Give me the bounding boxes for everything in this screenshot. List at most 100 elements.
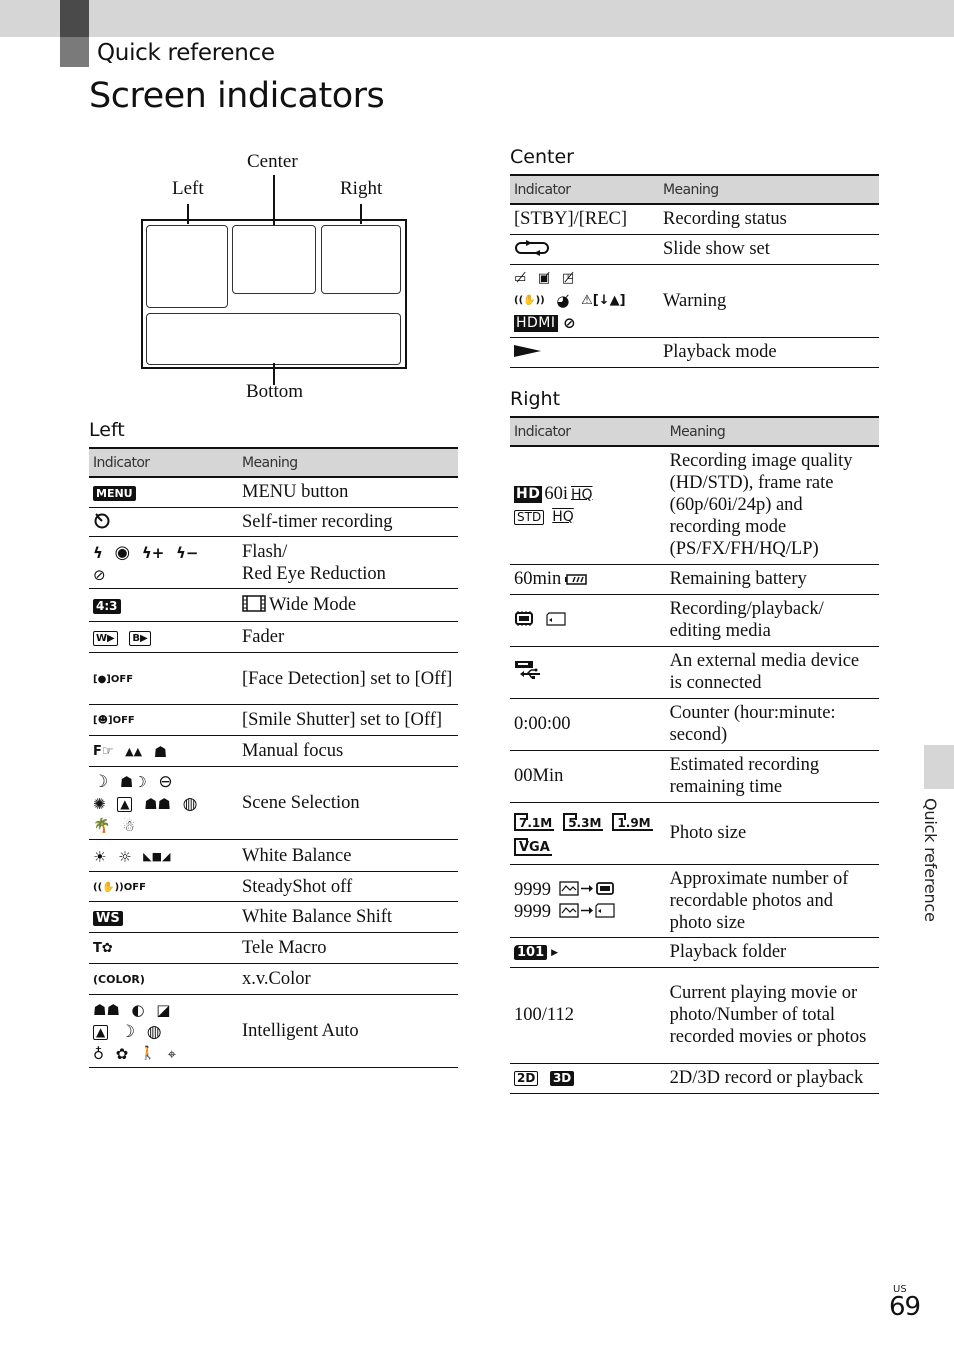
fader-white-icon: W▶ bbox=[93, 630, 118, 646]
meaning-text: White Balance Shift bbox=[238, 901, 458, 934]
table-row: W▶ B▶ Fader bbox=[89, 621, 458, 654]
night-scene-icon: ☽ bbox=[119, 1022, 136, 1042]
meaning-text: MENU button bbox=[238, 477, 458, 508]
xv-color-icon: (COLOR) bbox=[93, 973, 145, 986]
header-accent-dark bbox=[60, 0, 89, 37]
meaning-text: SteadyShot off bbox=[238, 871, 458, 903]
table-row: ☗☗ ◐ ◪ ▲ ☽ ◍ ♁ ✿ 🚶 ⌖ Intelligent Auto bbox=[89, 994, 458, 1069]
side-tab-label: Quick reference bbox=[921, 798, 940, 922]
face-detection-off-icon: [●]OFF bbox=[93, 673, 134, 685]
internal-memory-icon bbox=[514, 611, 534, 630]
2d-icon: 2D bbox=[514, 1071, 539, 1087]
table-row: 9999 9999 Approximate number of recordab… bbox=[510, 864, 879, 938]
battery-time-text: 60min bbox=[514, 569, 562, 589]
table-row: ▭̸ ▣̸ ◳̸ ((✋)) ◕̸ ⚠[↓▲] HDMI ⊘ Warning bbox=[510, 264, 879, 338]
photo-size-vga-icon: VGA bbox=[514, 837, 552, 856]
landscape-icon: ▲ bbox=[117, 796, 133, 812]
playback-folder-icon: 101 bbox=[514, 945, 548, 961]
meaning-text: Current playing movie or photo/Number of… bbox=[665, 967, 879, 1064]
table-row: HD 60i HQ STD HQ Recording image quality (H… bbox=[510, 446, 879, 565]
spotlight-icon: ◍ bbox=[182, 794, 198, 814]
table-row: F☞ ▲▲ ☗ Manual focus bbox=[89, 735, 458, 768]
infinity-focus-icon: ▲▲ bbox=[125, 745, 143, 758]
left-indicator-table: Indicator Meaning MENU MENU button Self-… bbox=[89, 447, 458, 1069]
meaning-text: Scene Selection bbox=[238, 766, 458, 841]
film-frame-icon bbox=[242, 595, 266, 616]
baby-icon: ◐ bbox=[131, 1001, 145, 1019]
one-push-wb-icon: ◣■◢ bbox=[143, 849, 171, 863]
panel-bottom bbox=[146, 313, 401, 365]
meaning-text: Manual focus bbox=[238, 735, 458, 768]
flash-auto-icon: ϟ bbox=[93, 543, 103, 562]
landscape-icon: ▲ bbox=[93, 1024, 109, 1040]
photo-count-text: 9999 bbox=[514, 901, 551, 922]
table-row: 0:00:00 Counter (hour:minute: second) bbox=[510, 698, 879, 751]
table-header: Indicator Meaning bbox=[510, 174, 879, 205]
diagram-label-right: Right bbox=[340, 178, 383, 199]
backlight-icon: ◪ bbox=[156, 1001, 171, 1019]
photo-size-1-9m-icon: 1.9M bbox=[612, 812, 653, 831]
diagram-label-left: Left bbox=[172, 178, 204, 199]
overheat-warning-icon: ⚠[↓▲] bbox=[581, 293, 626, 309]
photo-size-5-3m-icon: 5.3M bbox=[563, 812, 604, 831]
recording-mode-text: HQ bbox=[552, 509, 574, 525]
table-row: 4:3 Wide Mode bbox=[89, 588, 458, 623]
meaning-text: Wide Mode bbox=[269, 595, 357, 616]
beach-icon: 🌴 bbox=[93, 818, 111, 834]
card-warning-icon: ◳̸ bbox=[561, 271, 575, 287]
meaning-text: White Balance bbox=[238, 839, 458, 873]
page-number: 69 bbox=[889, 1292, 921, 1322]
memory-warning-icon: ▣̸ bbox=[537, 271, 551, 287]
page-title: Screen indicators bbox=[89, 76, 385, 116]
meaning-text: 2D/3D record or playback bbox=[665, 1063, 879, 1094]
photo-to-card-icon bbox=[559, 903, 615, 922]
meaning-text: An external media device is connected bbox=[665, 646, 879, 699]
near-focus-icon: ☗ bbox=[153, 743, 168, 761]
table-row: An external media device is connected bbox=[510, 646, 879, 699]
table-row: 60min Remaining battery bbox=[510, 564, 879, 595]
walking-icon: 🚶 bbox=[139, 1046, 157, 1061]
spotlight-icon: ◍ bbox=[146, 1022, 162, 1042]
meaning-text: x.v.Color bbox=[238, 963, 458, 996]
indoor-wb-icon: ☼ bbox=[118, 847, 132, 866]
macro-icon: ✿ bbox=[115, 1045, 129, 1063]
header-accent-mid bbox=[60, 37, 89, 67]
center-section-title: Center bbox=[510, 146, 574, 168]
sunrise-sunset-icon: ⊖ bbox=[158, 772, 173, 792]
camera-shake-icon: ((✋)) bbox=[514, 295, 545, 307]
battery-icon bbox=[565, 571, 588, 589]
meaning-text: Intelligent Auto bbox=[238, 994, 458, 1069]
meaning-text: Recording/playback/ editing media bbox=[665, 594, 879, 647]
night-scene-icon: ☽ bbox=[93, 772, 109, 792]
panel-center bbox=[232, 225, 316, 294]
battery-warning-icon: ▭̸ bbox=[514, 271, 527, 287]
section-label: Quick reference bbox=[97, 40, 275, 66]
meaning-text: Fader bbox=[238, 621, 458, 654]
meaning-text: Counter (hour:minute: second) bbox=[665, 698, 879, 751]
steadyshot-off-icon: ((✋))OFF bbox=[93, 881, 146, 893]
meaning-text: Warning bbox=[659, 264, 879, 338]
table-row: WS White Balance Shift bbox=[89, 901, 458, 934]
meaning-text: Playback mode bbox=[659, 337, 879, 368]
meaning-text: Self-timer recording bbox=[238, 507, 458, 538]
table-row: Self-timer recording bbox=[89, 507, 458, 538]
flash-off-icon: ⊘ bbox=[93, 565, 106, 584]
photo-count-text: 9999 bbox=[514, 879, 551, 900]
smile-shutter-off-icon: [☻]OFF bbox=[93, 715, 135, 726]
diagram-label-center: Center bbox=[247, 151, 298, 172]
external-usb-media-icon bbox=[514, 660, 542, 684]
hd-quality-icon: HD bbox=[514, 485, 543, 503]
wb-shift-icon: WS bbox=[93, 910, 123, 926]
column-header-indicator: Indicator bbox=[89, 447, 238, 478]
recording-mode-text: HQ bbox=[570, 486, 593, 503]
low-light-icon: ♁ bbox=[93, 1045, 104, 1063]
table-header: Indicator Meaning bbox=[89, 447, 458, 478]
self-timer-icon bbox=[93, 511, 111, 533]
table-header: Indicator Meaning bbox=[510, 416, 879, 447]
meaning-text: Slide show set bbox=[659, 234, 879, 265]
photo-size-7-1m-icon: 7.1M bbox=[514, 812, 555, 831]
meaning-text: [Smile Shutter] set to [Off] bbox=[238, 704, 458, 737]
table-row: ☀ ☼ ◣■◢ White Balance bbox=[89, 839, 458, 873]
table-row: 2D 3D 2D/3D record or playback bbox=[510, 1063, 879, 1094]
counter-text: 0:00:00 bbox=[510, 698, 666, 751]
